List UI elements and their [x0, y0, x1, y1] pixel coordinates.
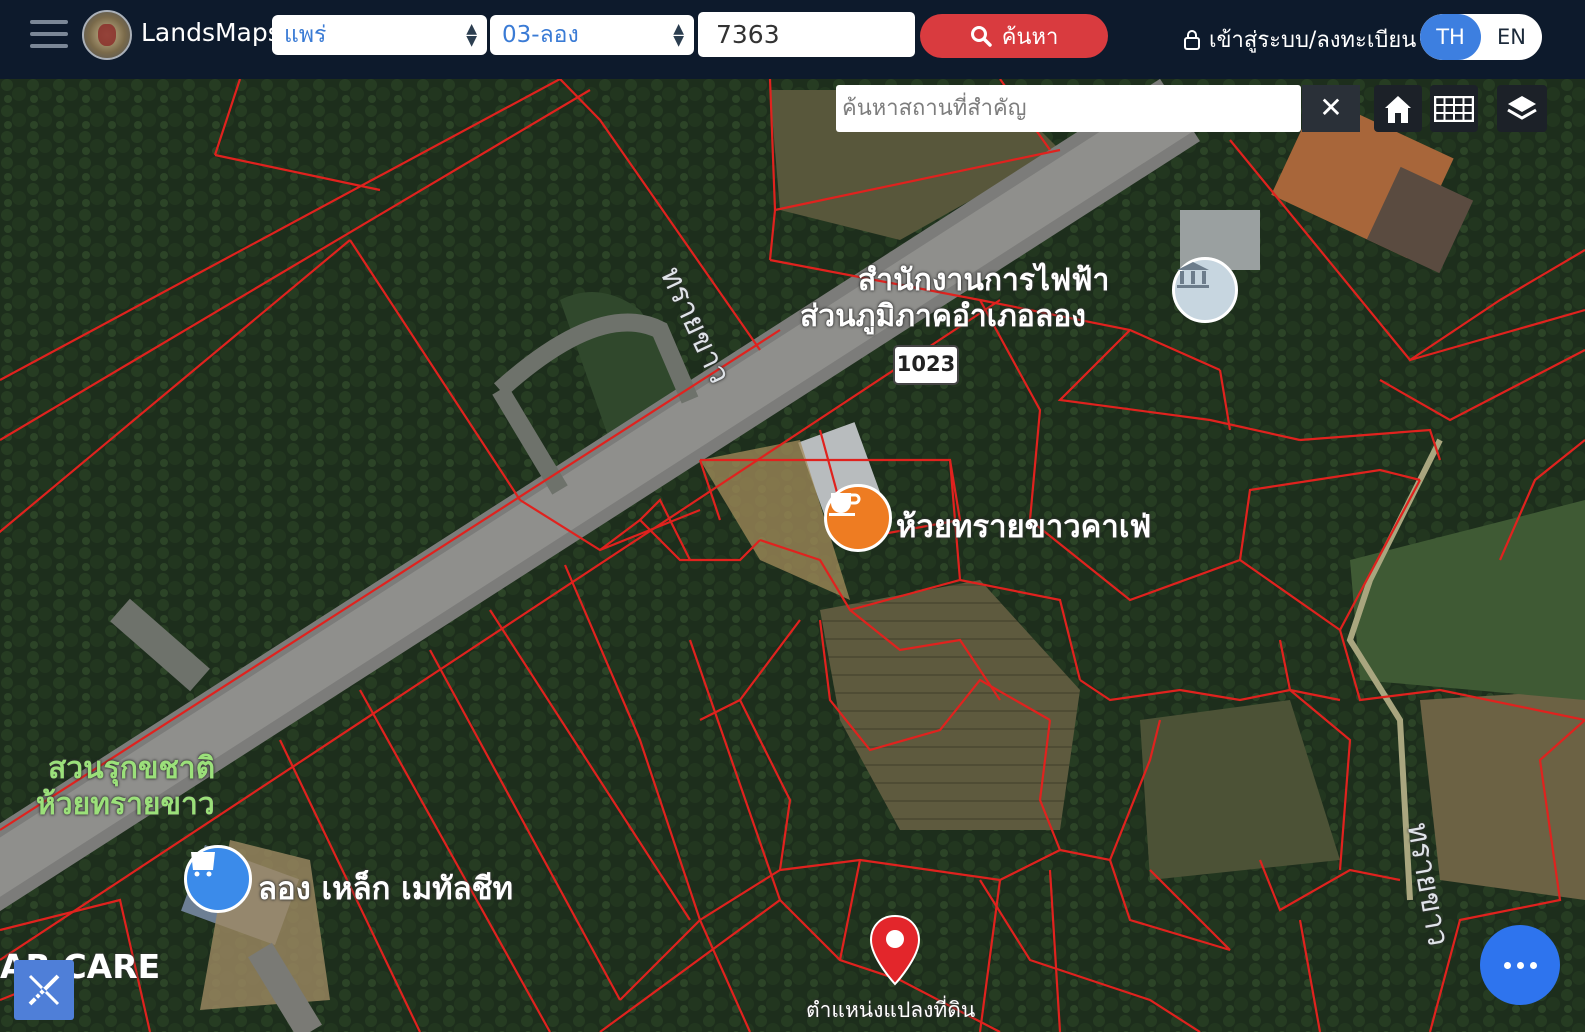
cafe-label: ห้วยทรายขาวคาเฟ่: [896, 509, 1152, 545]
ruler-pencil-icon: [28, 974, 60, 1006]
government-building-poi-icon[interactable]: [1172, 257, 1238, 323]
search-button-label: ค้นหา: [1001, 24, 1059, 50]
menu-icon[interactable]: [30, 20, 68, 52]
layers-icon: [1507, 95, 1537, 120]
shop-label: ลอง เหล็ก เมทัลชีท: [258, 871, 514, 907]
more-dots-icon: [1503, 961, 1511, 969]
electricity-office-label-line2: ส่วนภูมิภาคอำเภอลอง: [800, 299, 1086, 334]
more-dots-icon: [1529, 961, 1537, 969]
login-link[interactable]: เข้าสู่ระบบ/ลงทะเบียน: [1183, 22, 1416, 57]
top-bar: LandsMaps แพร่ ▲▼ 03-ลอง ▲▼ ค้นหา เข้าสู…: [0, 0, 1585, 79]
park-label-line2: ห้วยทรายขาว: [36, 787, 215, 822]
cafe-poi-icon[interactable]: [824, 484, 892, 552]
home-button[interactable]: [1374, 85, 1422, 132]
brand-name: LandsMaps: [141, 18, 281, 47]
district-value: 03-ลอง: [502, 22, 579, 48]
province-select[interactable]: แพร่ ▲ ▼: [272, 15, 487, 55]
measure-tool-button[interactable]: [14, 960, 74, 1020]
route-shield: 1023: [893, 345, 959, 385]
grid-icon: [1434, 95, 1474, 122]
select-chevron-icon: ▲ ▼: [673, 21, 684, 49]
lock-icon: [1184, 29, 1200, 50]
more-dots-icon: [1516, 961, 1524, 969]
lang-en-button[interactable]: EN: [1481, 14, 1542, 60]
grid-button[interactable]: [1430, 85, 1478, 132]
shop-poi-icon[interactable]: [184, 845, 252, 913]
search-button[interactable]: ค้นหา: [920, 14, 1108, 58]
home-icon: [1385, 95, 1411, 123]
close-search-button[interactable]: ✕: [1302, 85, 1360, 132]
map-canvas[interactable]: สำนักงานการไฟฟ้า ส่วนภูมิภาคอำเภอลอง 102…: [0, 79, 1585, 1032]
parcel-marker-label: ตำแหน่งแปลงที่ดิน: [806, 998, 976, 1022]
more-options-button[interactable]: [1480, 925, 1560, 1005]
department-logo: [82, 10, 132, 60]
district-select[interactable]: 03-ลอง ▲ ▼: [490, 15, 694, 55]
lang-th-button[interactable]: TH: [1420, 14, 1481, 60]
layers-button[interactable]: [1497, 85, 1547, 132]
location-pin-icon[interactable]: [868, 914, 922, 986]
province-value: แพร่: [284, 22, 327, 48]
language-toggle: TH EN: [1420, 14, 1542, 60]
close-icon: ✕: [1319, 91, 1343, 124]
login-label: เข้าสู่ระบบ/ลงทะเบียน: [1209, 28, 1417, 53]
parcel-number-input[interactable]: [698, 12, 915, 57]
search-icon: [970, 26, 992, 47]
place-search-input[interactable]: [836, 85, 1301, 132]
select-chevron-icon: ▲ ▼: [466, 21, 477, 49]
